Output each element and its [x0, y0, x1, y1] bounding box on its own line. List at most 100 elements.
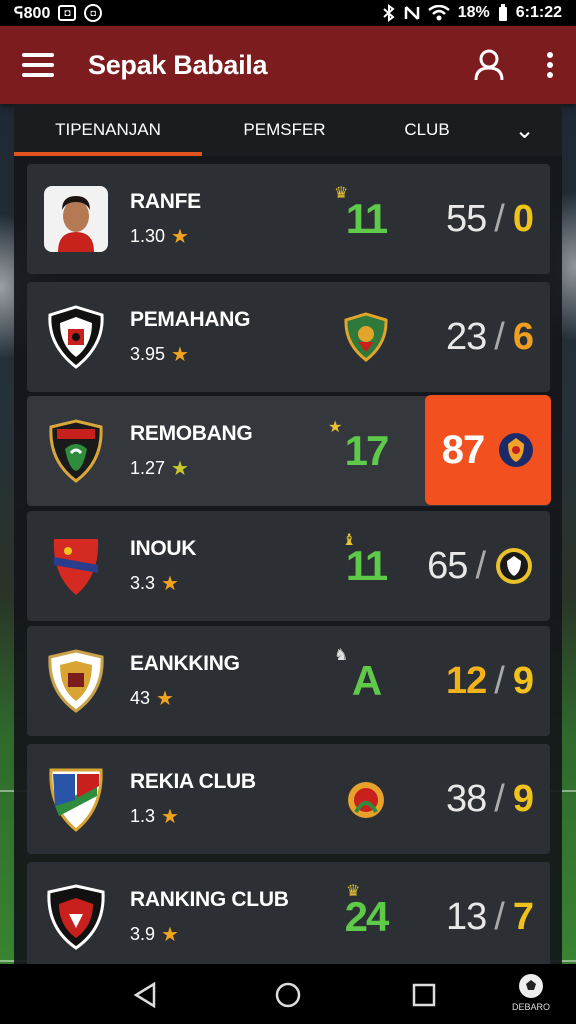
nfc-icon	[404, 6, 419, 20]
club-badge-icon	[499, 433, 534, 467]
battery-text: 18%	[457, 4, 490, 21]
list-item[interactable]: INOUK 3.3 ★ ♝ 11 65 /	[27, 511, 550, 621]
mid-indicator: ♞ A	[326, 647, 406, 705]
dot	[547, 62, 553, 68]
club-info: REMOBANG 1.27 ★	[130, 422, 300, 481]
sync-icon-glyph: ◘	[90, 8, 97, 18]
list-item[interactable]: PEMAHANG 3.95 ★ 23 / 6	[27, 282, 550, 392]
more-vert-icon[interactable]	[546, 52, 554, 78]
star-icon: ★	[328, 419, 343, 436]
club-badge-icon	[496, 548, 532, 584]
chevron-down-icon[interactable]: ⌄	[487, 104, 562, 156]
sync-icon: ◘	[84, 4, 103, 22]
list-item[interactable]: RANFE 1.30 ★ ♛ 11 55 / 0	[27, 164, 550, 274]
dot	[547, 52, 553, 58]
club-crest	[44, 884, 108, 950]
rating-row: 3.3 ★	[130, 571, 300, 596]
notification-icon: ◘	[58, 5, 77, 21]
tab-club[interactable]: CLUB	[367, 104, 487, 156]
rating-value: 1.27	[130, 457, 166, 478]
rating-value: 3.3	[130, 572, 156, 593]
club-info: RANFE 1.30 ★	[130, 190, 300, 249]
notification-icon-glyph: ◘	[64, 7, 71, 19]
status-right: 18% 6:1:22	[382, 4, 562, 22]
mid-number: 11	[345, 195, 388, 242]
score-value: 65	[427, 544, 468, 587]
mid-indicator: ♛ 11	[326, 185, 406, 243]
menu-icon-bar	[22, 73, 54, 77]
score-side: 0	[512, 197, 534, 240]
rating-row: 1.30 ★	[130, 224, 300, 249]
profile-icon[interactable]	[472, 48, 506, 82]
menu-icon-bar	[22, 53, 54, 57]
club-info: EANKKING 43 ★	[130, 652, 300, 711]
back-icon[interactable]	[130, 980, 160, 1010]
home-icon[interactable]	[273, 980, 303, 1010]
rating-value: 3.9	[130, 923, 156, 944]
shortcut-label: DEBARO	[512, 1002, 551, 1012]
club-name: RANFE	[130, 189, 201, 213]
club-info: REKIA CLUB 1.3 ★	[130, 770, 300, 829]
score-divider: /	[494, 197, 505, 240]
mid-indicator: ♛ 24	[326, 883, 406, 941]
club-info: PEMAHANG 3.95 ★	[130, 308, 300, 367]
status-bar: ᕋ800 ◘ ◘ 18% 6:1:22	[0, 0, 576, 26]
status-left: ᕋ800 ◘ ◘	[14, 3, 103, 23]
clock: 6:1:22	[515, 4, 562, 21]
club-name: RANKING CLUB	[130, 887, 289, 911]
list-item[interactable]: RANKING CLUB 3.9 ★ ♛ 24 13 / 7	[27, 862, 550, 964]
dot	[547, 72, 553, 78]
mid-indicator: ♝ 11	[326, 532, 406, 590]
tab-pemsfer[interactable]: PEMSFER	[202, 104, 367, 156]
score-divider: /	[494, 315, 505, 358]
list-item[interactable]: EANKKING 43 ★ ♞ A 12 / 9	[27, 626, 550, 736]
rating-value: 3.95	[130, 343, 166, 364]
score-side: 9	[512, 777, 534, 820]
score: 23 / 6	[446, 316, 534, 359]
rating-row: 43 ★	[130, 686, 300, 711]
score-side: 7	[512, 895, 534, 938]
app-shortcut[interactable]: DEBARO	[512, 972, 551, 1016]
menu-icon-bar	[22, 63, 54, 67]
club-info: INOUK 3.3 ★	[130, 537, 300, 596]
app-title: Sepak Babaila	[88, 49, 268, 80]
app-bar: Sepak Babaila	[0, 26, 576, 104]
star-icon: ★	[171, 225, 189, 248]
rating-row: 1.3 ★	[130, 804, 300, 829]
mid-number: 24	[344, 893, 390, 940]
score-side: 6	[512, 315, 534, 358]
list-item[interactable]: REKIA CLUB 1.3 ★ 38 / 9	[27, 744, 550, 854]
mid-indicator: ★ 17	[326, 419, 406, 475]
rating-value: 43	[130, 687, 151, 708]
rating-row: 3.95 ★	[130, 342, 300, 367]
status-text: ᕋ800	[14, 5, 51, 22]
club-crest	[44, 304, 108, 370]
star-icon: ★	[171, 343, 189, 366]
score: 65 /	[427, 545, 534, 588]
highlight-score-box[interactable]: 87	[425, 395, 551, 505]
score-value: 13	[446, 895, 487, 938]
mid-indicator	[326, 312, 406, 362]
club-emblem-icon	[348, 782, 384, 818]
menu-icon[interactable]	[22, 53, 54, 77]
club-crest	[44, 418, 108, 484]
star-icon: ★	[156, 687, 174, 710]
score-value: 12	[446, 659, 487, 702]
score-value: 55	[446, 197, 487, 240]
club-emblem-icon	[344, 312, 388, 362]
tab-tipenanjan[interactable]: TIPENANJAN	[14, 104, 202, 156]
club-crest	[44, 533, 108, 599]
mid-indicator	[326, 774, 406, 824]
list-item-selected[interactable]: REMOBANG 1.27 ★ ★ 17 87	[27, 395, 551, 506]
star-icon: ★	[161, 572, 179, 595]
club-crest	[44, 766, 108, 832]
score-value: 23	[446, 315, 487, 358]
star-icon: ★	[161, 923, 179, 946]
club-name: REMOBANG	[130, 421, 253, 445]
club-list: RANFE 1.30 ★ ♛ 11 55 / 0 PEMAHANG 3.95 ★…	[14, 156, 562, 964]
club-crest	[44, 648, 108, 714]
recents-icon[interactable]	[411, 980, 437, 1010]
rating-row: 1.27 ★	[130, 456, 300, 481]
club-name: EANKKING	[130, 651, 240, 675]
battery-icon	[498, 4, 507, 21]
